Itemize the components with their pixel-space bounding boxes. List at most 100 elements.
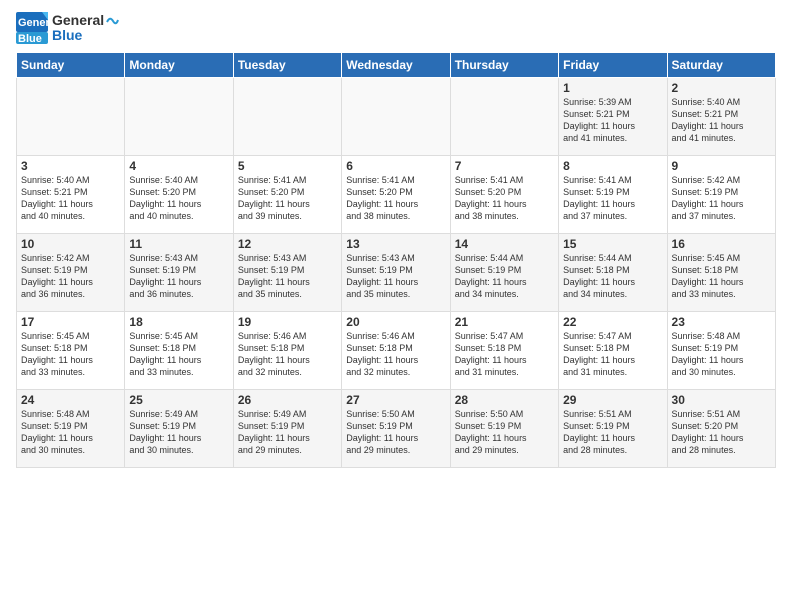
day-number: 1 [563, 81, 662, 95]
day-number: 26 [238, 393, 337, 407]
day-info: Sunrise: 5:41 AM Sunset: 5:20 PM Dayligh… [346, 174, 445, 223]
day-info: Sunrise: 5:47 AM Sunset: 5:18 PM Dayligh… [455, 330, 554, 379]
day-info: Sunrise: 5:50 AM Sunset: 5:19 PM Dayligh… [346, 408, 445, 457]
calendar-cell: 24Sunrise: 5:48 AM Sunset: 5:19 PM Dayli… [17, 390, 125, 468]
day-number: 2 [672, 81, 771, 95]
day-number: 23 [672, 315, 771, 329]
calendar-week-row: 1Sunrise: 5:39 AM Sunset: 5:21 PM Daylig… [17, 78, 776, 156]
weekday-header: Tuesday [233, 53, 341, 78]
weekday-header: Sunday [17, 53, 125, 78]
weekday-header: Thursday [450, 53, 558, 78]
day-number: 9 [672, 159, 771, 173]
svg-text:General: General [18, 17, 48, 29]
day-info: Sunrise: 5:40 AM Sunset: 5:20 PM Dayligh… [129, 174, 228, 223]
calendar-cell [17, 78, 125, 156]
day-info: Sunrise: 5:46 AM Sunset: 5:18 PM Dayligh… [238, 330, 337, 379]
calendar-cell: 9Sunrise: 5:42 AM Sunset: 5:19 PM Daylig… [667, 156, 775, 234]
day-info: Sunrise: 5:45 AM Sunset: 5:18 PM Dayligh… [21, 330, 120, 379]
calendar-cell: 21Sunrise: 5:47 AM Sunset: 5:18 PM Dayli… [450, 312, 558, 390]
calendar-table: SundayMondayTuesdayWednesdayThursdayFrid… [16, 52, 776, 468]
day-number: 8 [563, 159, 662, 173]
calendar-cell: 13Sunrise: 5:43 AM Sunset: 5:19 PM Dayli… [342, 234, 450, 312]
calendar-cell: 1Sunrise: 5:39 AM Sunset: 5:21 PM Daylig… [559, 78, 667, 156]
day-number: 5 [238, 159, 337, 173]
calendar-cell: 23Sunrise: 5:48 AM Sunset: 5:19 PM Dayli… [667, 312, 775, 390]
page-header: General Blue General Blue [0, 0, 792, 52]
day-number: 17 [21, 315, 120, 329]
day-number: 24 [21, 393, 120, 407]
calendar-cell: 26Sunrise: 5:49 AM Sunset: 5:19 PM Dayli… [233, 390, 341, 468]
calendar-cell: 25Sunrise: 5:49 AM Sunset: 5:19 PM Dayli… [125, 390, 233, 468]
day-number: 11 [129, 237, 228, 251]
weekday-header-row: SundayMondayTuesdayWednesdayThursdayFrid… [17, 53, 776, 78]
calendar-cell: 10Sunrise: 5:42 AM Sunset: 5:19 PM Dayli… [17, 234, 125, 312]
day-info: Sunrise: 5:46 AM Sunset: 5:18 PM Dayligh… [346, 330, 445, 379]
calendar-cell: 14Sunrise: 5:44 AM Sunset: 5:19 PM Dayli… [450, 234, 558, 312]
weekday-header: Monday [125, 53, 233, 78]
day-number: 15 [563, 237, 662, 251]
logo-general: General [52, 12, 104, 28]
day-info: Sunrise: 5:44 AM Sunset: 5:19 PM Dayligh… [455, 252, 554, 301]
calendar-container: SundayMondayTuesdayWednesdayThursdayFrid… [0, 52, 792, 468]
calendar-cell: 2Sunrise: 5:40 AM Sunset: 5:21 PM Daylig… [667, 78, 775, 156]
calendar-cell: 12Sunrise: 5:43 AM Sunset: 5:19 PM Dayli… [233, 234, 341, 312]
calendar-cell [233, 78, 341, 156]
logo-icon: General Blue [16, 12, 48, 44]
day-number: 20 [346, 315, 445, 329]
calendar-cell [342, 78, 450, 156]
calendar-cell: 3Sunrise: 5:40 AM Sunset: 5:21 PM Daylig… [17, 156, 125, 234]
day-info: Sunrise: 5:51 AM Sunset: 5:19 PM Dayligh… [563, 408, 662, 457]
calendar-week-row: 3Sunrise: 5:40 AM Sunset: 5:21 PM Daylig… [17, 156, 776, 234]
calendar-cell: 8Sunrise: 5:41 AM Sunset: 5:19 PM Daylig… [559, 156, 667, 234]
day-number: 28 [455, 393, 554, 407]
day-info: Sunrise: 5:43 AM Sunset: 5:19 PM Dayligh… [238, 252, 337, 301]
logo: General Blue General Blue [16, 12, 120, 44]
day-info: Sunrise: 5:42 AM Sunset: 5:19 PM Dayligh… [672, 174, 771, 223]
day-number: 4 [129, 159, 228, 173]
logo-blue-text: Blue [52, 27, 120, 43]
day-info: Sunrise: 5:43 AM Sunset: 5:19 PM Dayligh… [346, 252, 445, 301]
day-info: Sunrise: 5:42 AM Sunset: 5:19 PM Dayligh… [21, 252, 120, 301]
day-info: Sunrise: 5:39 AM Sunset: 5:21 PM Dayligh… [563, 96, 662, 145]
calendar-cell: 28Sunrise: 5:50 AM Sunset: 5:19 PM Dayli… [450, 390, 558, 468]
calendar-cell: 18Sunrise: 5:45 AM Sunset: 5:18 PM Dayli… [125, 312, 233, 390]
calendar-cell: 30Sunrise: 5:51 AM Sunset: 5:20 PM Dayli… [667, 390, 775, 468]
calendar-week-row: 17Sunrise: 5:45 AM Sunset: 5:18 PM Dayli… [17, 312, 776, 390]
calendar-week-row: 24Sunrise: 5:48 AM Sunset: 5:19 PM Dayli… [17, 390, 776, 468]
calendar-body: 1Sunrise: 5:39 AM Sunset: 5:21 PM Daylig… [17, 78, 776, 468]
calendar-week-row: 10Sunrise: 5:42 AM Sunset: 5:19 PM Dayli… [17, 234, 776, 312]
calendar-cell: 11Sunrise: 5:43 AM Sunset: 5:19 PM Dayli… [125, 234, 233, 312]
day-number: 18 [129, 315, 228, 329]
weekday-header: Saturday [667, 53, 775, 78]
calendar-cell: 19Sunrise: 5:46 AM Sunset: 5:18 PM Dayli… [233, 312, 341, 390]
day-number: 19 [238, 315, 337, 329]
day-number: 7 [455, 159, 554, 173]
day-number: 21 [455, 315, 554, 329]
day-number: 3 [21, 159, 120, 173]
day-info: Sunrise: 5:41 AM Sunset: 5:19 PM Dayligh… [563, 174, 662, 223]
day-number: 29 [563, 393, 662, 407]
calendar-cell [450, 78, 558, 156]
day-number: 30 [672, 393, 771, 407]
day-info: Sunrise: 5:43 AM Sunset: 5:19 PM Dayligh… [129, 252, 228, 301]
day-info: Sunrise: 5:45 AM Sunset: 5:18 PM Dayligh… [129, 330, 228, 379]
calendar-cell [125, 78, 233, 156]
day-number: 10 [21, 237, 120, 251]
day-info: Sunrise: 5:44 AM Sunset: 5:18 PM Dayligh… [563, 252, 662, 301]
day-number: 13 [346, 237, 445, 251]
day-info: Sunrise: 5:48 AM Sunset: 5:19 PM Dayligh… [672, 330, 771, 379]
day-info: Sunrise: 5:47 AM Sunset: 5:18 PM Dayligh… [563, 330, 662, 379]
calendar-cell: 27Sunrise: 5:50 AM Sunset: 5:19 PM Dayli… [342, 390, 450, 468]
logo-wave-icon [105, 14, 119, 28]
day-info: Sunrise: 5:50 AM Sunset: 5:19 PM Dayligh… [455, 408, 554, 457]
day-info: Sunrise: 5:51 AM Sunset: 5:20 PM Dayligh… [672, 408, 771, 457]
calendar-cell: 4Sunrise: 5:40 AM Sunset: 5:20 PM Daylig… [125, 156, 233, 234]
calendar-cell: 20Sunrise: 5:46 AM Sunset: 5:18 PM Dayli… [342, 312, 450, 390]
calendar-cell: 29Sunrise: 5:51 AM Sunset: 5:19 PM Dayli… [559, 390, 667, 468]
weekday-header: Wednesday [342, 53, 450, 78]
day-number: 12 [238, 237, 337, 251]
day-info: Sunrise: 5:49 AM Sunset: 5:19 PM Dayligh… [238, 408, 337, 457]
calendar-cell: 16Sunrise: 5:45 AM Sunset: 5:18 PM Dayli… [667, 234, 775, 312]
day-number: 16 [672, 237, 771, 251]
day-number: 25 [129, 393, 228, 407]
